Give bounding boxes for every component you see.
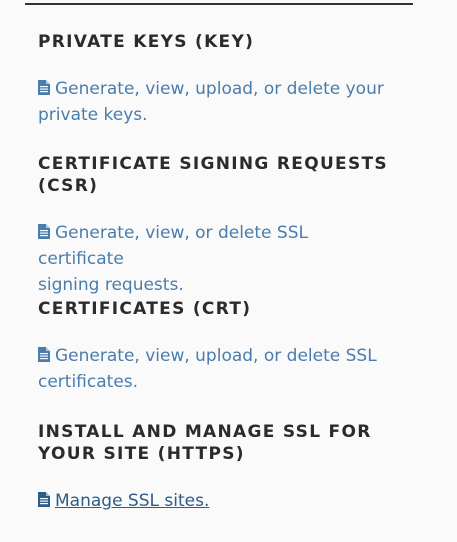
link-text-line1: Generate, view, or delete SSL certificat… bbox=[38, 223, 308, 269]
heading-line1: INSTALL AND MANAGE SSL FOR bbox=[38, 422, 372, 442]
section-certificates: CERTIFICATES (CRT) Generate, view, uploa… bbox=[38, 298, 398, 395]
top-divider bbox=[25, 3, 413, 5]
link-text-line1: Generate, view, upload, or delete SSL bbox=[55, 346, 377, 366]
heading-line2: YOUR SITE (HTTPS) bbox=[38, 444, 245, 464]
section-heading-certificates: CERTIFICATES (CRT) bbox=[38, 299, 252, 319]
heading-line1: CERTIFICATE SIGNING REQUESTS bbox=[38, 154, 388, 174]
section-heading-csr: CERTIFICATE SIGNING REQUESTS (CSR) bbox=[38, 153, 398, 197]
link-text-line2: certificates. bbox=[38, 372, 139, 392]
document-icon bbox=[38, 80, 50, 95]
section-csr: CERTIFICATE SIGNING REQUESTS (CSR) Gener… bbox=[38, 153, 398, 298]
section-private-keys: PRIVATE KEYS (KEY) Generate, view, uploa… bbox=[38, 31, 398, 128]
document-icon bbox=[38, 347, 50, 362]
link-text-line2: private keys. bbox=[38, 105, 148, 125]
section-install-manage-ssl: INSTALL AND MANAGE SSL FOR YOUR SITE (HT… bbox=[38, 421, 398, 514]
document-icon bbox=[38, 492, 50, 507]
link-csr[interactable]: Generate, view, or delete SSL certificat… bbox=[38, 220, 398, 298]
document-icon bbox=[38, 224, 50, 239]
heading-line2: (CSR) bbox=[38, 176, 99, 196]
link-private-keys[interactable]: Generate, view, upload, or delete your p… bbox=[38, 76, 398, 128]
link-text-line2: signing requests. bbox=[38, 275, 184, 295]
link-text-line1: Manage SSL sites. bbox=[55, 491, 210, 511]
section-heading-install-manage-ssl: INSTALL AND MANAGE SSL FOR YOUR SITE (HT… bbox=[38, 421, 398, 465]
link-text-line1: Generate, view, upload, or delete your bbox=[55, 79, 384, 99]
link-manage-ssl-sites[interactable]: Manage SSL sites. bbox=[38, 488, 398, 514]
link-certificates[interactable]: Generate, view, upload, or delete SSL ce… bbox=[38, 343, 398, 395]
section-heading-private-keys: PRIVATE KEYS (KEY) bbox=[38, 32, 255, 52]
